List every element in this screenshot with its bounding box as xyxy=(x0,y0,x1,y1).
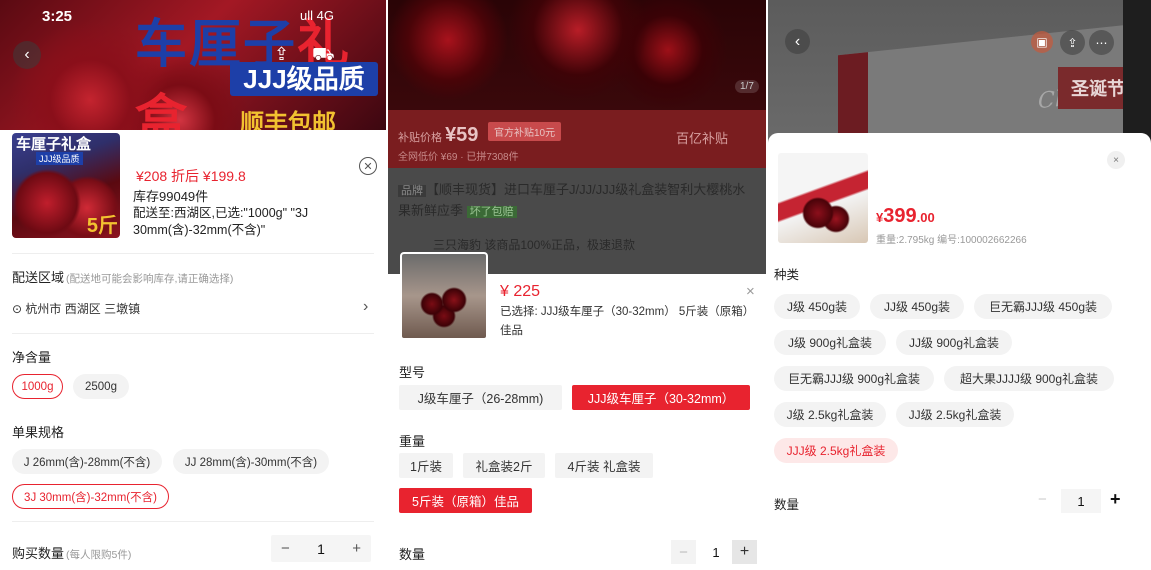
jd-sku-panel: 车厘子礼盒 JJJ级品质 顺丰包邮 3:25 ull 4G ‹ ⇪ ⛟ 车厘子礼… xyxy=(0,0,386,570)
delivery-label: 配送区域 (配送地可能会影响库存,请正确选择) xyxy=(12,270,234,285)
back-button[interactable]: ‹ xyxy=(785,29,810,54)
price: ¥399.00 xyxy=(876,205,935,227)
share-icon[interactable]: ⇪ xyxy=(274,44,289,65)
plus-button[interactable]: + xyxy=(732,540,757,564)
option-model-j[interactable]: J级车厘子（26-28mm) xyxy=(399,385,562,410)
pdd-sku-panel: 1/7 补贴价格 ¥59 官方补贴10元 全网低价 ¥69 · 已拼7308件 … xyxy=(388,0,766,570)
option-type-0[interactable]: J级 450g装 xyxy=(774,294,860,319)
close-icon[interactable]: × xyxy=(1107,151,1125,169)
option-4jin[interactable]: 4斤装 礼盒装 xyxy=(555,453,653,478)
minus-button[interactable]: − xyxy=(281,540,290,557)
option-type-6[interactable]: 超大果JJJJ级 900g礼盒装 xyxy=(944,366,1114,391)
option-type-9[interactable]: JJJ级 2.5kg礼盒装 xyxy=(774,438,898,463)
sku-sheet: ¥ 225 已选择: JJJ级车厘子（30-32mm） 5斤装（原箱）佳品 × … xyxy=(388,252,766,570)
plus-button[interactable]: + xyxy=(352,540,361,557)
subsidy-band: 补贴价格 ¥59 官方补贴10元 全网低价 ¥69 · 已拼7308件 百亿补贴 xyxy=(388,110,766,168)
product-thumbnail: 车厘子礼盒 JJJ级品质 5斤 xyxy=(12,133,120,238)
option-spec-jj[interactable]: JJ 28mm(含)-30mm(不含) xyxy=(173,449,329,474)
thumb-weight: 5斤 xyxy=(86,215,118,237)
option-5jin[interactable]: 5斤装（原箱）佳品 xyxy=(399,488,532,513)
status-signal: ull 4G xyxy=(300,8,334,23)
divider xyxy=(12,253,374,254)
option-2500g[interactable]: 2500g xyxy=(73,374,129,399)
quantity-label: 数量 xyxy=(774,498,800,512)
stock: 库存99049件 xyxy=(133,189,209,204)
image-counter: 1/7 xyxy=(735,80,759,93)
location-pin-icon: ⊙ xyxy=(12,302,23,316)
more-icon[interactable]: ⋯ xyxy=(1089,30,1114,55)
minus-button[interactable]: − xyxy=(1038,491,1047,508)
quantity-value[interactable]: 1 xyxy=(706,540,726,564)
brand-tag: 品牌 xyxy=(398,185,426,197)
quantity-hint: (每人限购5件) xyxy=(66,549,132,561)
product-thumbnail xyxy=(778,153,868,243)
guarantee-tag: 坏了包赔 xyxy=(466,206,517,218)
option-1000g[interactable]: 1000g xyxy=(12,374,63,399)
banner-subtitle: JJJ级品质 xyxy=(230,62,378,96)
option-type-2[interactable]: 巨无霸JJJ级 450g装 xyxy=(974,294,1112,319)
product-thumbnail xyxy=(400,252,488,340)
original-price: 全网低价 ¥69 · 已拼7308件 xyxy=(398,152,519,163)
price: ¥ 225 xyxy=(500,283,541,300)
type-label: 种类 xyxy=(774,268,800,282)
quantity-label: 数量 xyxy=(399,547,426,562)
divider xyxy=(12,333,374,334)
quantity-value[interactable]: 1 xyxy=(317,541,325,557)
status-time: 3:25 xyxy=(42,8,73,25)
tmall-sku-panel: Cherries 圣诞节 ‹ ▣ ⇪ ⋯ ¥399.00 重量:2.795kg … xyxy=(768,0,1151,570)
selection-summary: 配送至:西湖区,已选:"1000g" "3J 30mm(含)-32mm(不含)" xyxy=(133,206,309,237)
cart-icon[interactable]: ⛟ xyxy=(312,44,335,68)
thumb-title: 车厘子礼盒 xyxy=(16,136,92,153)
subsidy-tag: 官方补贴10元 xyxy=(488,122,562,141)
option-type-1[interactable]: JJ级 450g装 xyxy=(870,294,964,319)
option-type-5[interactable]: 巨无霸JJJ级 900g礼盒装 xyxy=(774,366,934,391)
thumb-badge: JJJ级品质 xyxy=(36,152,83,165)
product-meta: 重量:2.795kg 编号:100002662266 xyxy=(876,235,1027,246)
option-type-4[interactable]: JJ级 900g礼盒装 xyxy=(896,330,1012,355)
edge-bar xyxy=(1123,0,1151,150)
minus-button[interactable]: − xyxy=(671,540,696,564)
price: ¥208 折后 ¥199.8 xyxy=(136,168,246,184)
weight-label: 重量 xyxy=(399,434,426,449)
selection-summary: 已选择: JJJ级车厘子（30-32mm） 5斤装（原箱）佳品 xyxy=(500,306,749,337)
back-button[interactable]: ‹ xyxy=(13,41,41,69)
net-weight-label: 净含量 xyxy=(12,350,52,365)
option-giftbox-2jin[interactable]: 礼盒装2斤 xyxy=(463,453,545,478)
title-text: 【顺丰现货】进口车厘子J/JJ/JJJ级礼盒装智利大樱桃水果新鲜应季 xyxy=(398,182,746,218)
close-icon[interactable]: ✕ xyxy=(359,157,377,175)
option-type-7[interactable]: J级 2.5kg礼盒装 xyxy=(774,402,886,427)
product-title: 品牌 【顺丰现货】进口车厘子J/JJ/JJJ级礼盒装智利大樱桃水果新鲜应季 坏了包… xyxy=(388,168,766,236)
product-image: Cherries 圣诞节 xyxy=(768,0,1151,166)
quantity-label: 购买数量 (每人限购5件) xyxy=(12,546,132,561)
option-type-3[interactable]: J级 900g礼盒装 xyxy=(774,330,886,355)
fruit-spec-label: 单果规格 xyxy=(12,425,65,440)
option-type-8[interactable]: JJ级 2.5kg礼盒装 xyxy=(896,402,1014,427)
quantity-value[interactable]: 1 xyxy=(1061,489,1101,513)
close-icon[interactable]: × xyxy=(746,283,755,300)
share-icon[interactable]: ⇪ xyxy=(1060,30,1085,55)
model-label: 型号 xyxy=(399,365,426,380)
option-spec-j[interactable]: J 26mm(含)-28mm(不含) xyxy=(12,449,162,474)
address-text: 杭州市 西湖区 三墩镇 xyxy=(25,302,141,316)
gift-icon[interactable]: ▣ xyxy=(1031,31,1053,53)
delivery-hint: (配送地可能会影响库存,请正确选择) xyxy=(66,273,234,285)
option-model-jjj[interactable]: JJJ级车厘子（30-32mm） xyxy=(572,385,750,410)
delivery-address[interactable]: ⊙ 杭州市 西湖区 三墩镇 xyxy=(12,300,140,317)
chevron-right-icon[interactable]: › xyxy=(363,298,368,316)
subsidy-price: 补贴价格 ¥59 xyxy=(398,124,479,146)
option-1jin[interactable]: 1斤装 xyxy=(399,453,453,478)
product-image: 1/7 xyxy=(388,0,766,110)
subsidy-label: 百亿补贴 xyxy=(676,131,729,146)
option-spec-3j[interactable]: 3J 30mm(含)-32mm(不含) xyxy=(12,484,169,509)
quantity-stepper: − 1 + xyxy=(271,535,371,562)
plus-button[interactable]: + xyxy=(1110,489,1121,510)
divider xyxy=(12,521,374,522)
